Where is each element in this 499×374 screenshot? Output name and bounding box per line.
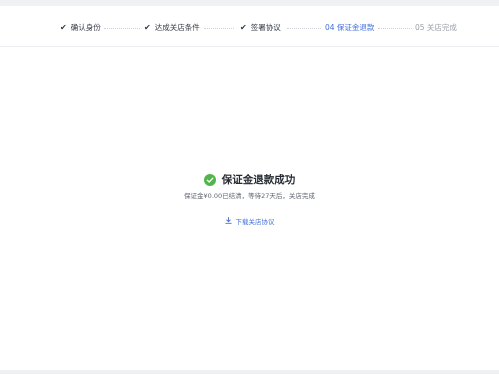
result-description: 保证金¥0.00已结清，等待27天后，关店完成 bbox=[184, 192, 315, 200]
step-label: 05 关店完成 bbox=[415, 23, 457, 32]
result-title: 保证金退款成功 bbox=[221, 174, 296, 186]
step-connector bbox=[378, 28, 412, 29]
check-icon: ✔ bbox=[60, 23, 67, 32]
check-circle-icon bbox=[203, 174, 216, 186]
step-connector bbox=[204, 28, 234, 29]
page: ✔ 确认身份 ✔ 达成关店条件 ✔ 签署协议 04 保证金退款 05 关店完成 … bbox=[0, 0, 499, 374]
bottom-edge bbox=[0, 370, 499, 374]
step-label: 确认身份 bbox=[70, 23, 101, 32]
step-sign-agreement: ✔ 签署协议 bbox=[240, 22, 281, 34]
step-meet-close-conditions: ✔ 达成关店条件 bbox=[144, 22, 200, 34]
download-icon bbox=[224, 216, 232, 228]
download-agreement-link[interactable]: 下载关店协议 bbox=[0, 216, 499, 228]
step-label: 签署协议 bbox=[250, 23, 281, 32]
step-label: 达成关店条件 bbox=[154, 23, 200, 32]
step-label: 04 保证金退款 bbox=[325, 23, 375, 32]
step-progress-bar: ✔ 确认身份 ✔ 达成关店条件 ✔ 签署协议 04 保证金退款 05 关店完成 bbox=[0, 6, 499, 47]
check-icon: ✔ bbox=[144, 23, 151, 32]
step-connector bbox=[287, 28, 321, 29]
step-deposit-refund: 04 保证金退款 bbox=[325, 22, 374, 34]
check-icon: ✔ bbox=[240, 23, 247, 32]
step-store-closed: 05 关店完成 bbox=[415, 22, 457, 34]
step-connector bbox=[104, 28, 140, 29]
download-label: 下载关店协议 bbox=[235, 218, 275, 226]
result-heading: 保证金退款成功 bbox=[0, 172, 499, 188]
step-confirm-identity: ✔ 确认身份 bbox=[60, 22, 101, 34]
